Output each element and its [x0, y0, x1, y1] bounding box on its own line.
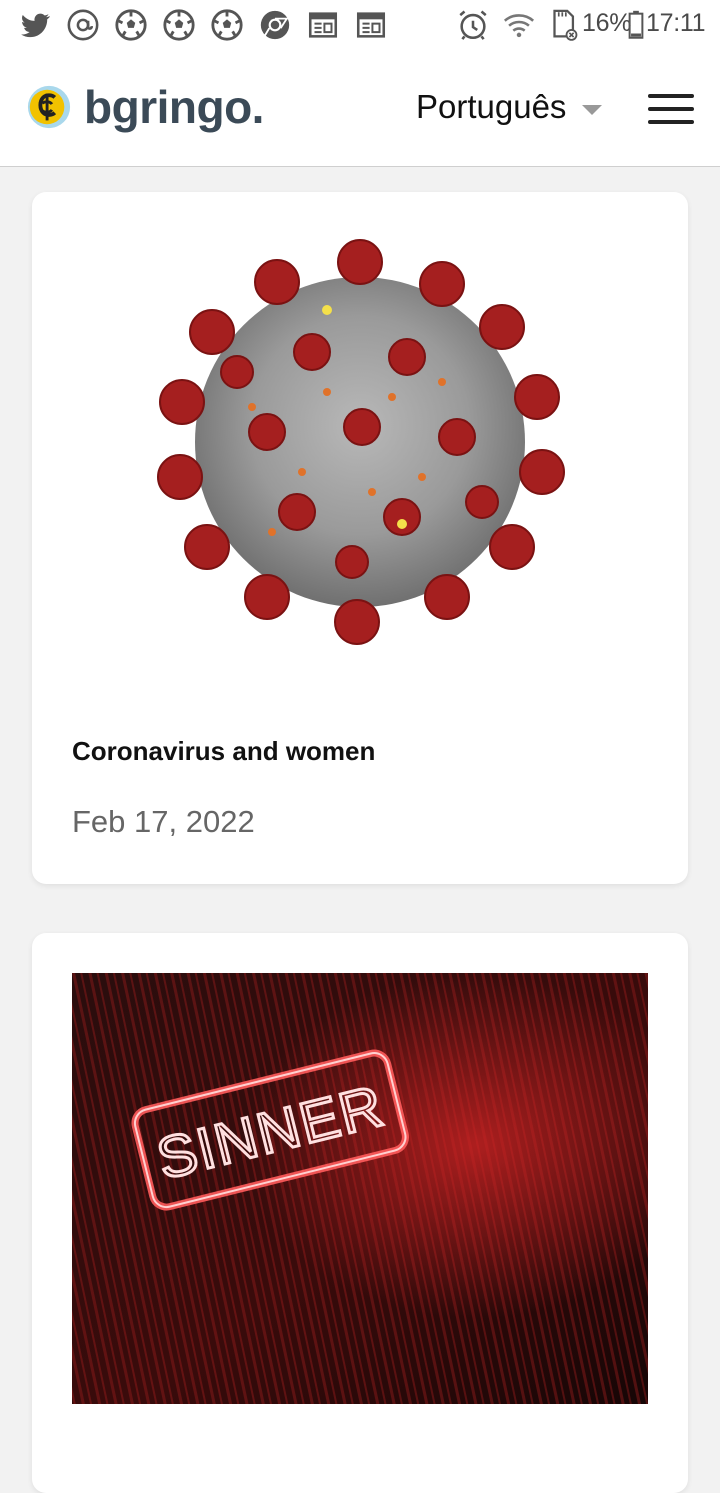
post-thumbnail[interactable]: [72, 232, 648, 663]
hamburger-icon: [648, 120, 694, 124]
soccer-ball-icon: [211, 9, 243, 41]
wifi-icon: [503, 14, 535, 38]
battery-icon: [628, 10, 644, 39]
battery-percent: 16%: [582, 9, 632, 37]
post-date: Feb 17, 2022: [72, 804, 255, 839]
chevron-down-icon[interactable]: [582, 105, 602, 117]
post-card[interactable]: Coronavirus and women Feb 17, 2022: [32, 192, 688, 884]
site-header: bgringo. Português: [0, 48, 720, 167]
news-icon: [308, 12, 338, 38]
post-title[interactable]: Coronavirus and women: [72, 736, 375, 767]
hamburger-icon: [648, 94, 694, 98]
at-icon: [67, 9, 99, 41]
soccer-ball-icon: [163, 9, 195, 41]
brand-name[interactable]: bgringo.: [84, 80, 264, 134]
menu-button[interactable]: [644, 92, 696, 126]
coronavirus-illustration: [157, 239, 565, 645]
post-card[interactable]: SINNER: [32, 933, 688, 1493]
bgringo-logo-icon[interactable]: [26, 84, 72, 130]
chrome-icon: [260, 10, 290, 40]
alarm-icon: [459, 10, 487, 40]
sd-card-icon: [553, 9, 578, 41]
soccer-ball-icon: [115, 9, 147, 41]
status-bar: 16% 17:11: [0, 0, 720, 48]
neon-sign-image: SINNER: [72, 973, 648, 1404]
post-thumbnail[interactable]: SINNER: [72, 973, 648, 1404]
clock: 17:11: [646, 9, 706, 37]
news-icon: [356, 12, 386, 38]
twitter-icon: [21, 13, 51, 38]
language-selector[interactable]: Português: [416, 88, 566, 126]
hamburger-icon: [648, 107, 694, 111]
